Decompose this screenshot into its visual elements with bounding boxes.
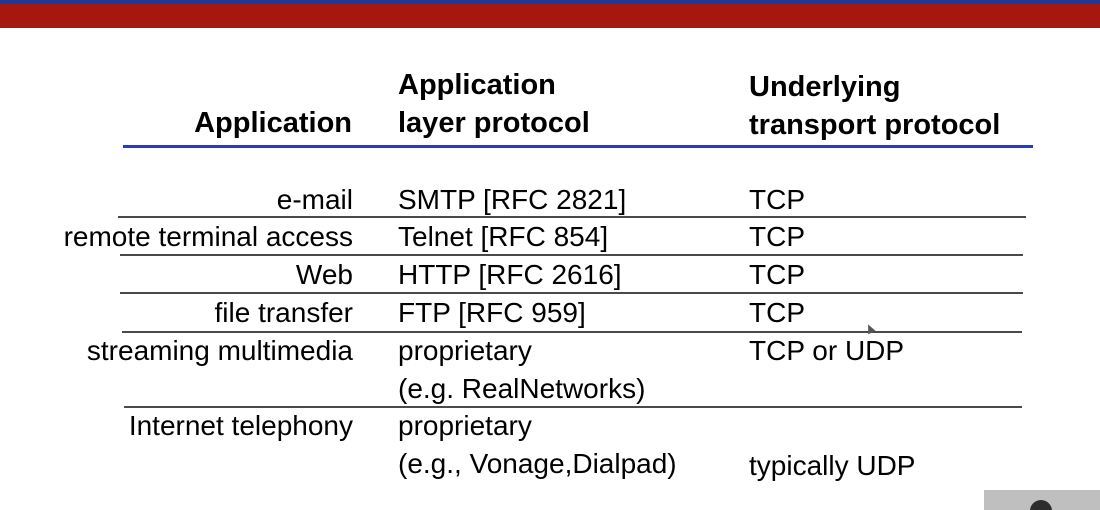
header-alp-line2: layer protocol xyxy=(398,107,590,139)
table-row-streaming-protocol-line1: proprietary xyxy=(398,335,532,366)
table-row-telephony-application: Internet telephony xyxy=(128,410,353,441)
table-row-streaming-protocol-line2: (e.g. RealNetworks) xyxy=(398,373,646,404)
header-application: Application xyxy=(30,104,352,142)
header-application-label: Application xyxy=(194,107,352,139)
header-alp-line1: Application xyxy=(398,69,556,101)
table-row-streaming-application: streaming multimedia xyxy=(86,335,353,366)
table-row-telephony-protocol-line1: proprietary xyxy=(398,410,532,441)
table-row-ftp-protocol: FTP [RFC 959] xyxy=(398,297,586,328)
table-row-telephony-protocol-line2: (e.g., Vonage,Dialpad) xyxy=(398,448,677,479)
table-row-streaming-protocol: proprietary (e.g. RealNetworks) xyxy=(398,332,645,408)
table-row-email-application: e-mail xyxy=(276,184,353,215)
table-row-remote-application: remote terminal access xyxy=(63,221,353,252)
table-row-email-protocol: SMTP [RFC 2821] xyxy=(398,184,627,215)
corner-video-thumbnail xyxy=(984,490,1100,510)
table-row-web-transport: TCP xyxy=(749,259,805,290)
table-row-ftp-transport: TCP xyxy=(749,297,805,328)
header-rule xyxy=(123,145,1033,148)
table-row-streaming-transport: TCP or UDP xyxy=(749,335,905,366)
table-row-ftp-application: file transfer xyxy=(214,297,354,328)
header-tp-line2: transport protocol xyxy=(749,109,1001,141)
top-red-band xyxy=(0,4,1100,28)
table-row-web-application: Web xyxy=(295,259,353,290)
header-transport-protocol: Underlying transport protocol xyxy=(749,68,1000,144)
table-row-web-protocol: HTTP [RFC 2616] xyxy=(398,259,622,290)
slide: Application Application layer protocol U… xyxy=(0,0,1100,510)
header-tp-line1: Underlying xyxy=(749,71,901,103)
table-row-telephony-protocol: proprietary (e.g., Vonage,Dialpad) xyxy=(398,407,677,483)
table-row-telephony-transport: typically UDP xyxy=(749,450,916,481)
table-row-email-transport: TCP xyxy=(749,184,805,215)
table-row-remote-protocol: Telnet [RFC 854] xyxy=(398,221,609,252)
table-row-remote-transport: TCP xyxy=(749,221,805,252)
header-application-layer-protocol: Application layer protocol xyxy=(398,66,590,142)
